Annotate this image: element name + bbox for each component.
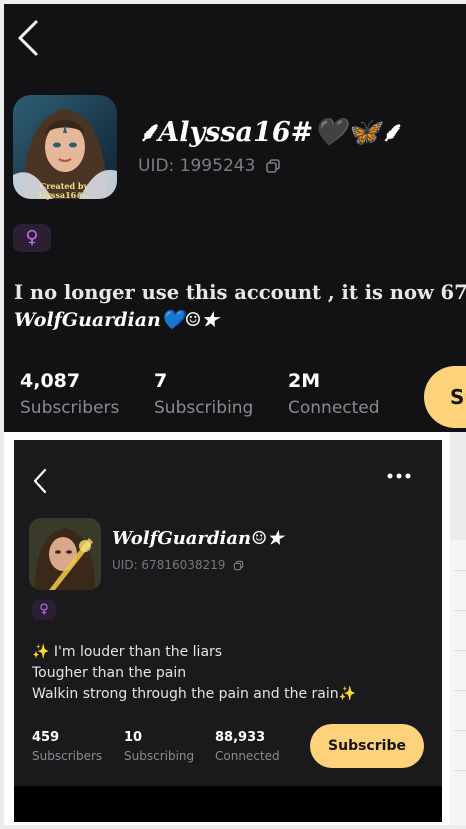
stat-label: Subscribers <box>32 749 103 763</box>
gender-badge: ♀ <box>13 224 51 252</box>
bio-line: Walkin strong through the pain and the r… <box>32 686 357 702</box>
copy-icon[interactable] <box>233 560 244 571</box>
uid-row: UID: 1995243 <box>138 156 281 176</box>
bio-line: ✨ I'm louder than the liars <box>32 644 223 660</box>
stat-label: Subscribers <box>20 398 120 418</box>
stat-number: 10 <box>124 730 143 745</box>
uid-row: UID: 67816038219 <box>112 558 244 572</box>
uid-text: UID: 1995243 <box>138 156 256 176</box>
main-profile-screen: Created by Alyssa16#… ⸙Alyssa16#🖤🦋⸙ UID:… <box>4 4 466 432</box>
stat-subscribers[interactable]: 459 Subscribers <box>32 730 102 763</box>
back-arrow-icon[interactable] <box>14 18 44 58</box>
bio-text: ✨ I'm louder than the liars Tougher than… <box>32 642 356 705</box>
stat-label: Connected <box>288 398 380 418</box>
stat-subscribing[interactable]: 7 Subscribing <box>154 370 253 418</box>
stat-label: Subscribing <box>124 749 195 763</box>
stat-subscribers[interactable]: 4,087 Subscribers <box>20 370 119 418</box>
bio-line-1: I no longer use this account , it is now… <box>14 281 466 304</box>
avatar-caption: Created by Alyssa16#… <box>37 181 91 200</box>
uid-text: UID: 67816038219 <box>112 558 226 572</box>
bottom-bar <box>14 786 442 822</box>
gender-badge: ♀ <box>32 600 56 620</box>
avatar[interactable] <box>29 518 101 590</box>
stat-number: 88,933 <box>215 730 266 745</box>
bio-line: Tougher than the pain <box>32 665 187 681</box>
bio-line-2: WolfGuardian💙☺★ <box>14 309 219 331</box>
screenshot-collage: Created by Alyssa16#… ⸙Alyssa16#🖤🦋⸙ UID:… <box>0 0 466 829</box>
stat-number: 4,087 <box>20 370 81 392</box>
stat-number: 7 <box>154 370 168 392</box>
stat-number: 459 <box>32 730 60 745</box>
stat-connected[interactable]: 88,933 Connected <box>215 730 280 763</box>
profile-name: ⸙Alyssa16#🖤🦋⸙ <box>138 117 401 148</box>
avatar-image <box>29 518 101 590</box>
back-arrow-icon[interactable] <box>32 468 48 494</box>
inset-profile-screen: WolfGuardian☺★ UID: 67816038219 ♀ ✨ I'm … <box>14 440 442 822</box>
background-strip <box>450 540 466 825</box>
inset-profile-frame: WolfGuardian☺★ UID: 67816038219 ♀ ✨ I'm … <box>4 432 450 825</box>
profile-name: WolfGuardian☺★ <box>112 528 284 549</box>
copy-icon[interactable] <box>265 158 281 174</box>
stat-label: Connected <box>215 749 280 763</box>
more-options-icon[interactable] <box>386 472 412 480</box>
subscribe-button[interactable]: Subscribe <box>310 724 424 768</box>
subscribe-button[interactable]: Su <box>424 366 466 428</box>
stat-subscribing[interactable]: 10 Subscribing <box>124 730 194 763</box>
stat-label: Subscribing <box>154 398 254 418</box>
stat-connected[interactable]: 2M Connected <box>288 370 380 418</box>
stat-number: 2M <box>288 370 321 392</box>
